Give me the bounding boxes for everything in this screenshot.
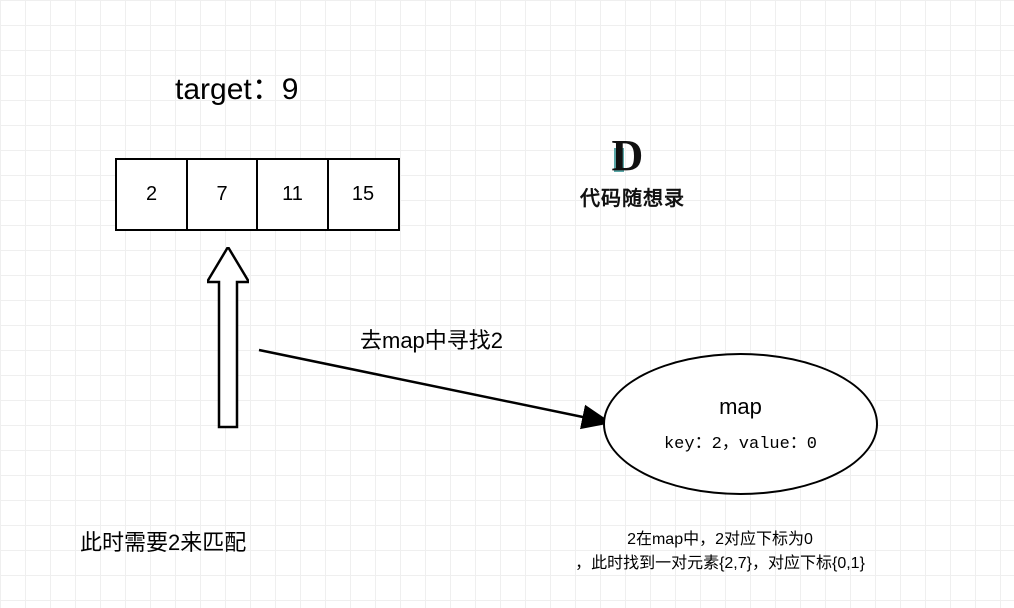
arrow-annotation-label: 去map中寻找2 (360, 323, 503, 355)
map-ellipse: map key：2，value：0 (603, 353, 878, 495)
map-note-line2: ，此时找到一对元素{2,7}，对应下标{0,1} (510, 552, 930, 576)
need-match-label: 此时需要2来匹配 (80, 525, 246, 557)
array-cell-2: 11 (256, 158, 329, 231)
map-note: 2在map中，2对应下标为0 ，此时找到一对元素{2,7}，对应下标{0,1} (510, 528, 930, 576)
array-cell-3: 15 (327, 158, 400, 231)
array-cell-1: 7 (186, 158, 259, 231)
map-content: key：2，value：0 (664, 428, 817, 454)
map-note-line1: 2在map中，2对应下标为0 (510, 528, 930, 552)
map-title: map (719, 394, 762, 420)
logo-d-icon: D (612, 140, 654, 180)
pointer-arrow-icon (207, 247, 249, 435)
array-container: 2 7 11 15 (115, 158, 400, 231)
array-cell-0: 2 (115, 158, 188, 231)
target-label: target：9 (175, 64, 298, 108)
watermark-logo: D 代码随想录 (580, 140, 685, 211)
watermark-text: 代码随想录 (580, 182, 685, 211)
arrow-to-map-icon (257, 342, 627, 447)
diagram-canvas: target：9 2 7 11 15 此时需要2来匹配 去map中寻找2 map… (0, 0, 1014, 608)
